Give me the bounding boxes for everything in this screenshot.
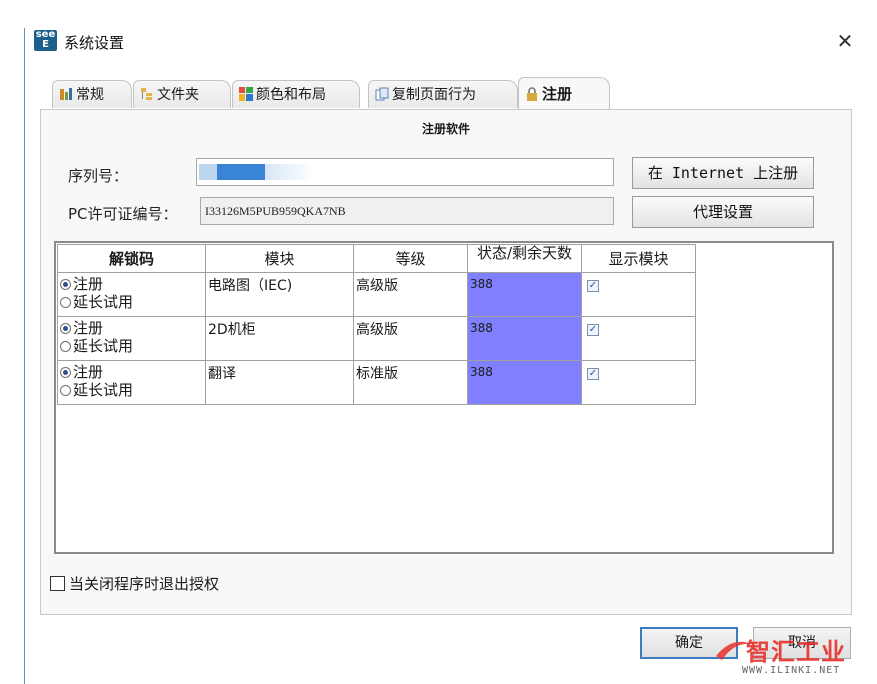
header-unlock-code: 解锁码 [57,244,206,273]
tab-colors-layout[interactable]: 颜色和布局 [232,80,360,108]
radio-register[interactable]: 注册 [60,319,103,337]
table-row: 注册 延长试用 电路图（IEC) 高级版 388 ✓ [57,272,696,317]
show-module-checkbox[interactable]: ✓ [587,368,599,380]
header-status: 状态/剩余天数 [467,244,582,273]
checkbox-box [50,576,65,591]
status-cell: 388 [467,272,582,317]
app-icon: see E [34,29,57,51]
ok-button[interactable]: 确定 [640,627,738,659]
tab-folders[interactable]: 文件夹 [133,80,231,108]
show-module-checkbox[interactable]: ✓ [587,280,599,292]
radio-on-icon [60,278,71,290]
unlock-cell: 注册 延长试用 [57,316,206,361]
serial-mask-dark [217,164,265,180]
grid-header-row: 解锁码 模块 等级 状态/剩余天数 显示模块 [57,244,696,273]
exit-license-checkbox[interactable]: 当关闭程序时退出授权 [50,573,219,594]
settings-icon [60,88,72,100]
show-cell: ✓ [581,360,696,405]
exit-license-label: 当关闭程序时退出授权 [69,575,220,593]
table-row: 注册 延长试用 翻译 标准版 388 ✓ [57,360,696,405]
tab-copy-page[interactable]: 复制页面行为 [368,80,518,108]
radio-off-icon [60,340,71,352]
serial-mask-fade [265,164,315,180]
show-cell: ✓ [581,272,696,317]
pc-license-label: PC许可证编号： [68,205,178,223]
tab-folders-label: 文件夹 [157,87,199,103]
header-level: 等级 [353,244,468,273]
module-text: 2D机柜 [208,322,256,338]
show-module-checkbox[interactable]: ✓ [587,324,599,336]
module-grid: 解锁码 模块 等级 状态/剩余天数 显示模块 注册 延长试用 电路图（IEC) … [54,241,834,554]
serial-mask [199,164,217,180]
serial-input[interactable] [196,158,614,186]
table-row: 注册 延长试用 2D机柜 高级版 388 ✓ [57,316,696,361]
radio-register[interactable]: 注册 [60,275,103,293]
copy-page-icon [375,87,389,101]
module-cell: 电路图（IEC) [205,272,354,317]
level-text: 高级版 [356,322,398,338]
radio-extend-label: 延长试用 [73,381,134,399]
level-cell: 高级版 [353,316,468,361]
tab-register[interactable]: 注册 [518,77,610,109]
tab-copy-page-label: 复制页面行为 [392,87,476,103]
tab-general[interactable]: 常规 [52,80,132,108]
radio-register[interactable]: 注册 [60,363,103,381]
folder-tree-icon [141,88,152,100]
unlock-cell: 注册 延长试用 [57,272,206,317]
serial-label: 序列号： [68,167,129,185]
tab-general-label: 常规 [76,87,104,103]
header-module: 模块 [205,244,354,273]
radio-extend-trial[interactable]: 延长试用 [60,337,133,355]
radio-on-icon [60,366,71,378]
window-title: 系统设置 [64,34,125,52]
color-layout-icon [239,87,253,101]
radio-off-icon [60,384,71,396]
status-cell: 388 [467,360,582,405]
pc-license-field: I33126M5PUB959QKA7NB [200,197,614,225]
module-text: 电路图（IEC) [208,278,293,294]
tab-strip: 常规 文件夹 颜色和布局 复制页面行为 注册 [40,77,860,110]
cancel-button[interactable]: 取消 [753,627,851,659]
proxy-settings-button[interactable]: 代理设置 [632,196,814,228]
module-cell: 2D机柜 [205,316,354,361]
level-cell: 标准版 [353,360,468,405]
close-icon[interactable]: ✕ [832,28,858,54]
radio-on-icon [60,322,71,334]
tab-register-label: 注册 [542,85,573,103]
window-left-border [24,28,25,684]
status-text: 388 [470,365,493,379]
module-table: 解锁码 模块 等级 状态/剩余天数 显示模块 注册 延长试用 电路图（IEC) … [57,244,696,405]
title-bar: see E 系统设置 ✕ [34,28,877,56]
status-cell: 388 [467,316,582,361]
level-text: 高级版 [356,278,398,294]
module-cell: 翻译 [205,360,354,405]
radio-extend-label: 延长试用 [73,293,134,311]
header-show-module: 显示模块 [581,244,696,273]
radio-off-icon [60,296,71,308]
section-title: 注册软件 [421,122,470,136]
lock-icon [527,87,537,101]
show-cell: ✓ [581,316,696,361]
tab-colors-layout-label: 颜色和布局 [256,87,326,103]
status-text: 388 [470,277,493,291]
radio-register-label: 注册 [73,319,104,337]
radio-extend-trial[interactable]: 延长试用 [60,381,133,399]
radio-extend-trial[interactable]: 延长试用 [60,293,133,311]
radio-register-label: 注册 [73,363,104,381]
radio-register-label: 注册 [73,275,104,293]
status-text: 388 [470,321,493,335]
internet-register-button[interactable]: 在 Internet 上注册 [632,157,814,189]
unlock-cell: 注册 延长试用 [57,360,206,405]
watermark-url: WWW.ILINKI.NET [742,665,841,676]
radio-extend-label: 延长试用 [73,337,134,355]
module-text: 翻译 [208,366,236,382]
level-cell: 高级版 [353,272,468,317]
level-text: 标准版 [356,366,398,382]
